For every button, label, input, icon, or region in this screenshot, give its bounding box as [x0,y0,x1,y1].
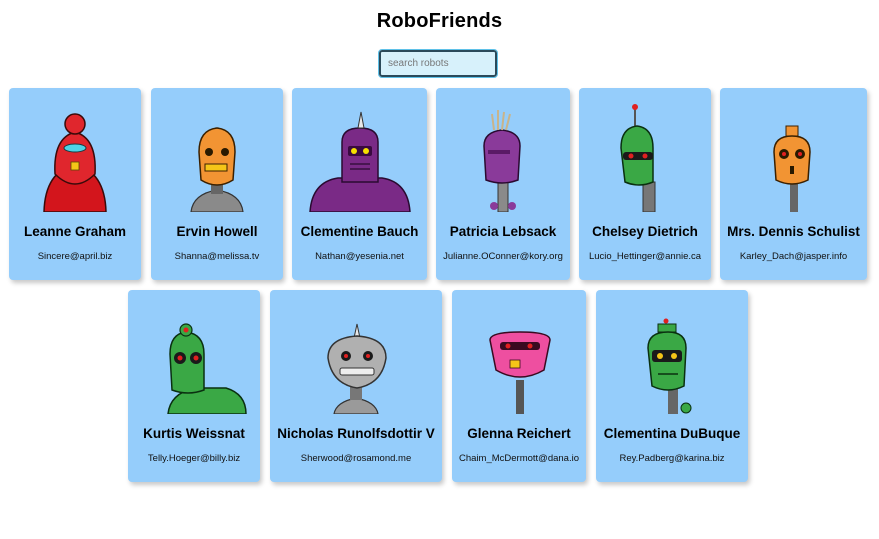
robot-name: Leanne Graham [23,224,127,239]
red-robot-avatar [9,102,141,212]
robot-name: Clementina DuBuque [603,426,741,441]
robot-email: Julianne.OConner@kory.org [443,251,563,262]
orange-robot-avatar [151,102,283,212]
robot-card[interactable]: Clementina DuBuque Rey.Padberg@karina.bi… [596,290,748,482]
robot-email: Telly.Hoeger@billy.biz [147,453,241,464]
robot-email: Shanna@melissa.tv [174,251,260,262]
robot-email: Rey.Padberg@karina.biz [619,453,725,464]
robot-email: Nathan@yesenia.net [315,251,404,262]
robot-email: Sherwood@rosamond.me [300,453,412,464]
robot-name: Kurtis Weissnat [143,426,245,441]
page-title: RoboFriends [376,10,503,32]
robot-email: Lucio_Hettinger@annie.ca [588,251,702,262]
pink-robot-avatar [452,304,586,414]
green-robot-avatar [596,304,748,414]
robot-card[interactable]: Leanne Graham Sincere@april.biz [9,88,141,280]
gray-robot-avatar [270,304,442,414]
robot-email: Sincere@april.biz [37,251,113,262]
robot-card[interactable]: Clementine Bauch Nathan@yesenia.net [292,88,427,280]
robot-name: Chelsey Dietrich [592,224,698,239]
robot-card[interactable]: Glenna Reichert Chaim_McDermott@dana.io [452,290,586,482]
robot-name: Clementine Bauch [300,224,419,239]
robot-name: Mrs. Dennis Schulist [727,224,860,239]
robot-name: Glenna Reichert [467,426,571,441]
robot-email: Karley_Dach@jasper.info [739,251,848,262]
search-input[interactable] [378,49,498,78]
robot-email: Chaim_McDermott@dana.io [459,453,579,464]
orange-robot-avatar [720,102,867,212]
robot-card[interactable]: Ervin Howell Shanna@melissa.tv [151,88,283,280]
green-robot-avatar [579,102,711,212]
robot-name: Nicholas Runolfsdottir V [277,426,435,441]
robot-name: Ervin Howell [176,224,258,239]
robot-card[interactable]: Patricia Lebsack Julianne.OConner@kory.o… [436,88,570,280]
robot-card[interactable]: Mrs. Dennis Schulist Karley_Dach@jasper.… [720,88,867,280]
robot-card[interactable]: Kurtis Weissnat Telly.Hoeger@billy.biz [128,290,260,482]
purple-robot-avatar [292,102,427,212]
green-robot-avatar [128,304,260,414]
robot-name: Patricia Lebsack [449,224,557,239]
robot-card[interactable]: Chelsey Dietrich Lucio_Hettinger@annie.c… [579,88,711,280]
purple-robot-avatar [436,102,570,212]
robot-card[interactable]: Nicholas Runolfsdottir V Sherwood@rosamo… [270,290,442,482]
